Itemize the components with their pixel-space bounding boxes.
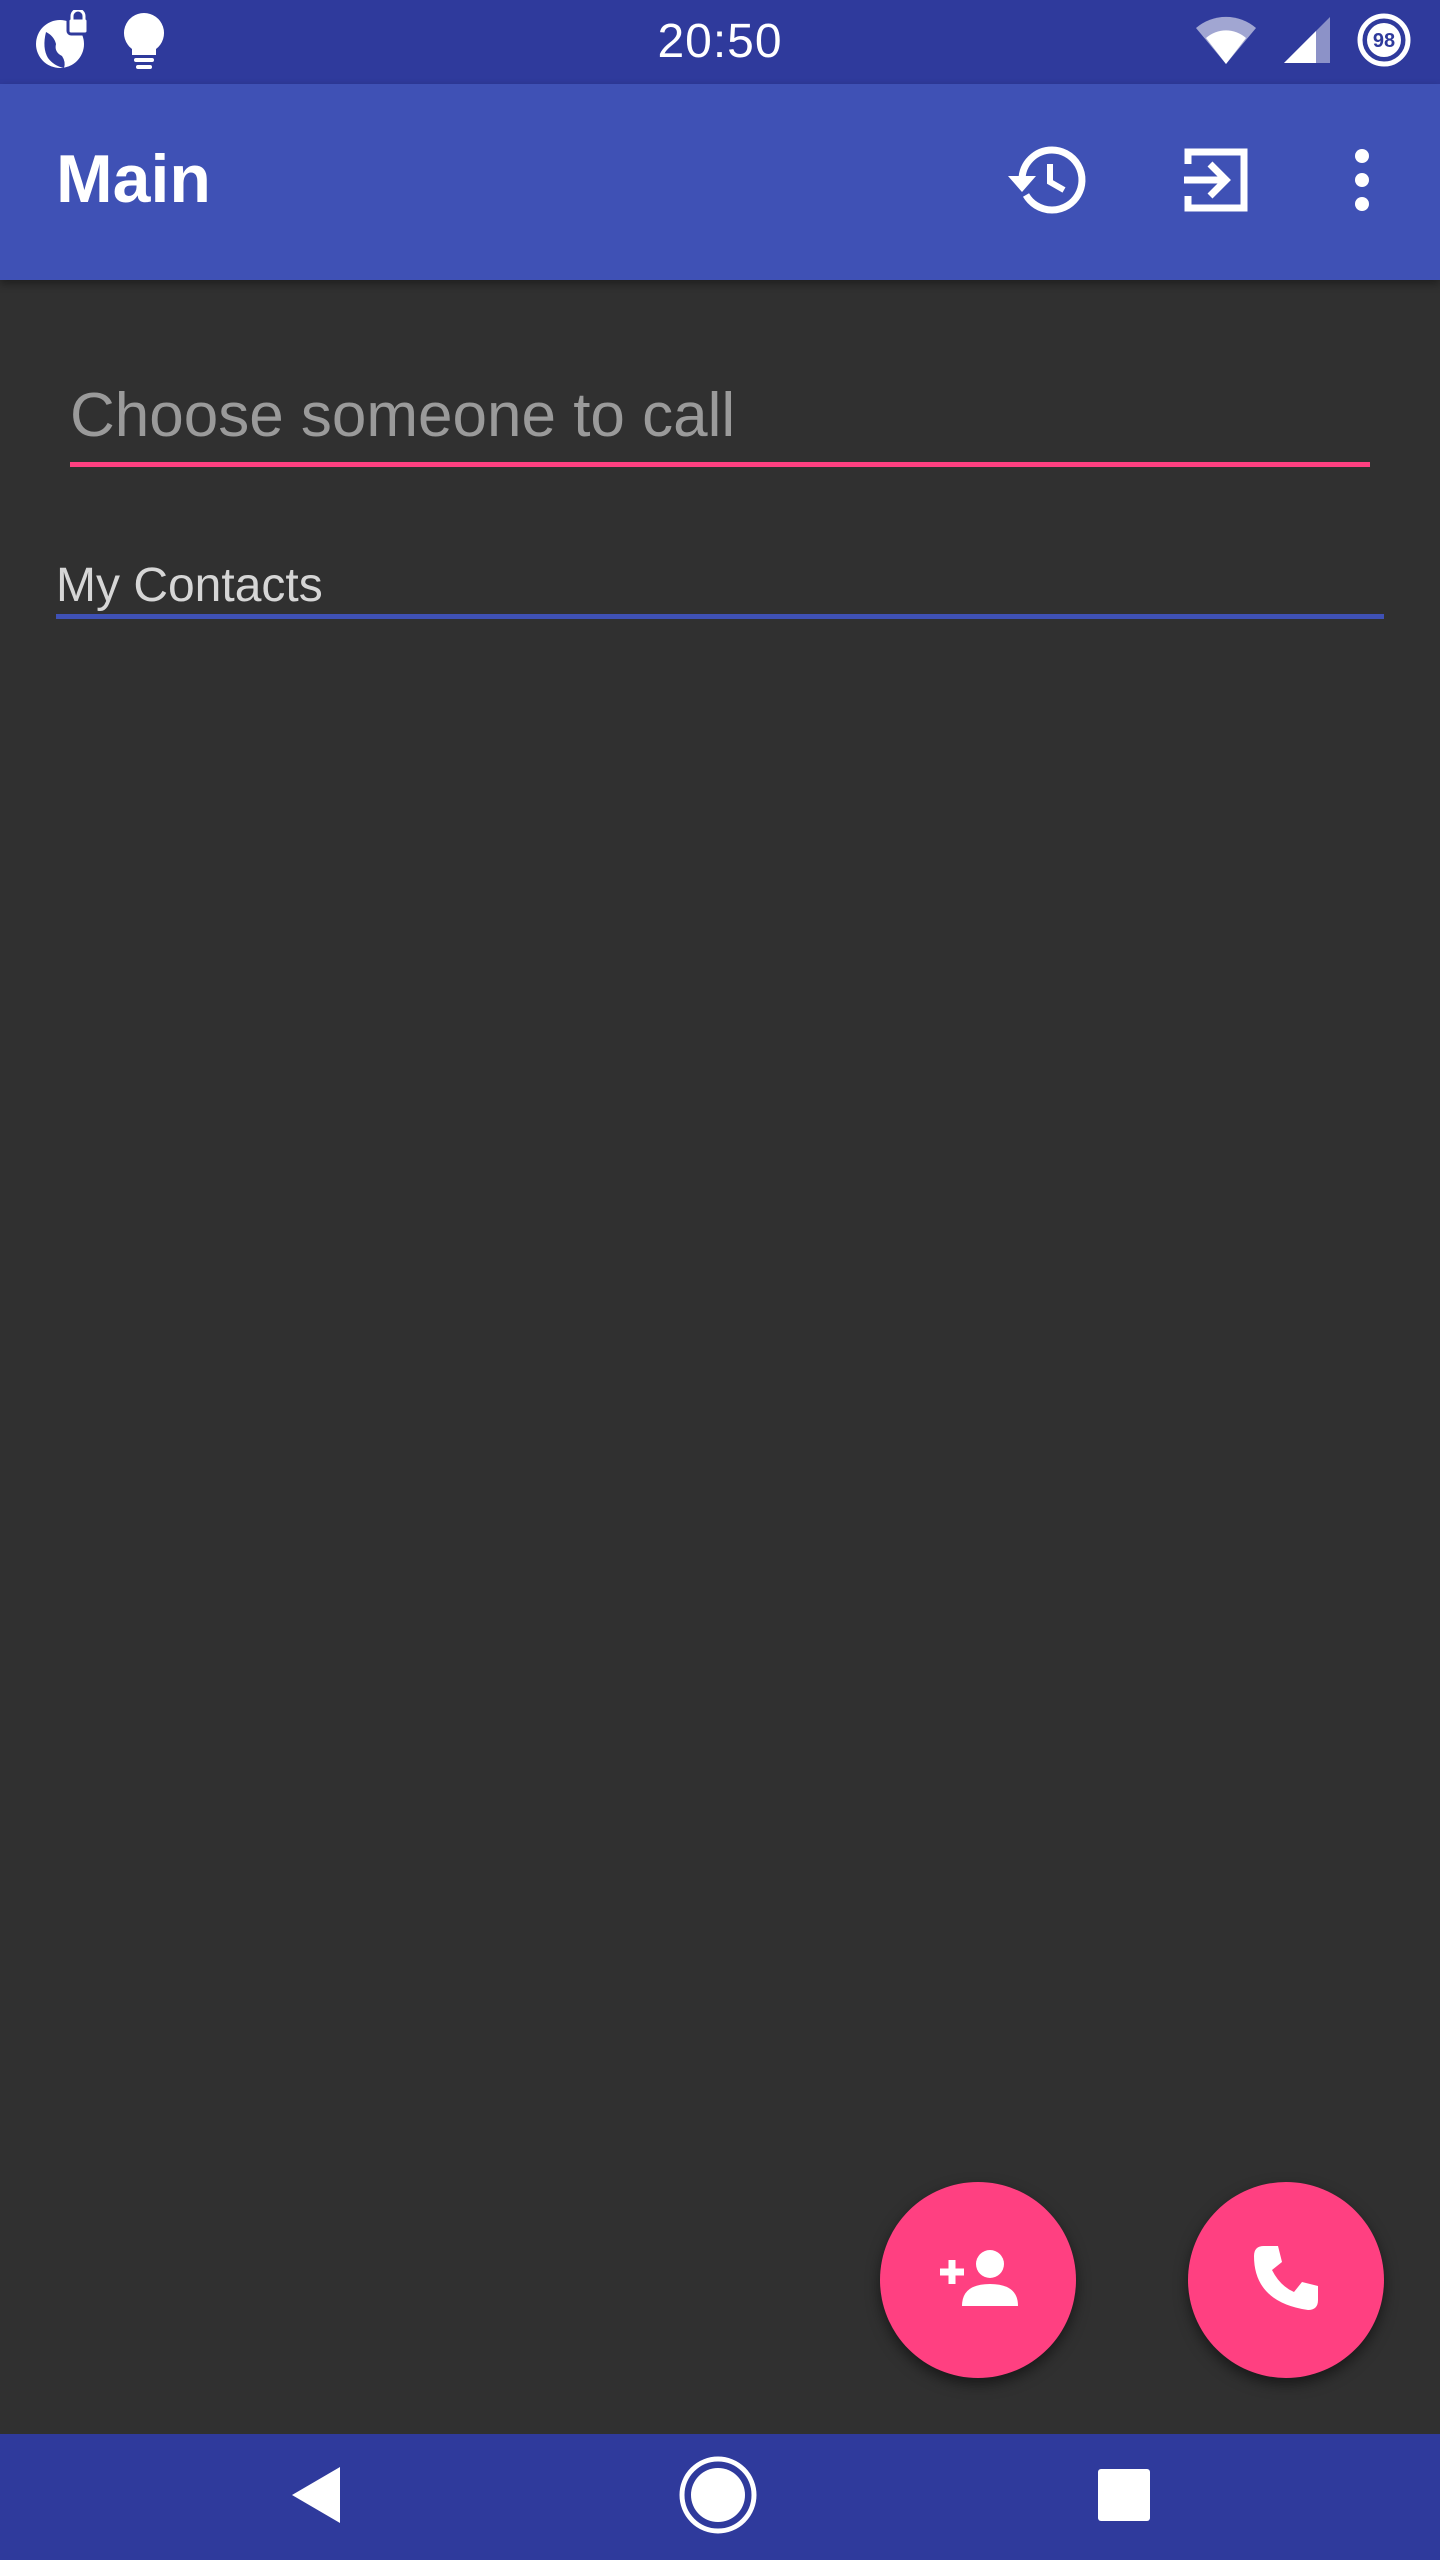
add-contact-button[interactable] [880, 2182, 1076, 2378]
back-button[interactable] [236, 2434, 396, 2560]
choose-contact-field [70, 370, 1370, 470]
input-underline [70, 462, 1370, 467]
battery-icon: 98 [1356, 12, 1412, 73]
home-button[interactable] [638, 2434, 798, 2560]
status-right-icons: 98 [1194, 12, 1412, 73]
contacts-section-divider [56, 614, 1384, 619]
system-nav-bar [0, 2434, 1440, 2560]
call-button[interactable] [1188, 2182, 1384, 2378]
more-options-button[interactable] [1314, 134, 1410, 230]
cell-signal-icon [1282, 15, 1332, 70]
page-title: Main [56, 141, 211, 217]
more-vert-icon [1352, 148, 1372, 217]
contacts-list [56, 630, 1384, 2130]
exit-to-app-icon [1180, 144, 1252, 221]
recents-button[interactable] [1044, 2434, 1204, 2560]
contacts-section-label: My Contacts [56, 559, 323, 612]
recents-icon [1096, 2467, 1152, 2528]
exit-to-app-button[interactable] [1168, 134, 1264, 230]
app-bar: Main [0, 84, 1440, 280]
home-icon [678, 2455, 758, 2540]
history-button[interactable] [998, 134, 1094, 230]
wifi-icon [1194, 14, 1258, 71]
status-bar: 20:50 98 [0, 0, 1440, 84]
battery-level: 98 [1373, 30, 1395, 52]
back-icon [288, 2465, 344, 2530]
person-add-icon [936, 2248, 1020, 2313]
choose-contact-input[interactable] [70, 370, 1370, 460]
history-icon [1006, 144, 1086, 221]
phone-icon [1250, 2242, 1322, 2319]
